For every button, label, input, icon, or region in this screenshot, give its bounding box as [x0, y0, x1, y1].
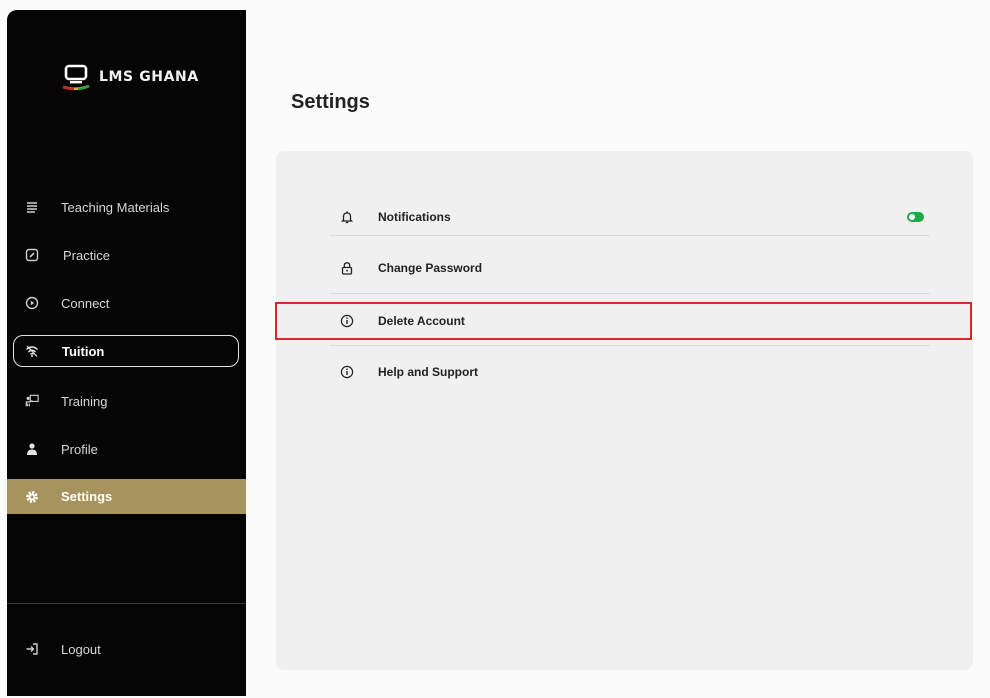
- play-circle-icon: [25, 296, 39, 310]
- info-icon: [340, 365, 354, 379]
- row-divider: [330, 293, 930, 294]
- settings-row-change-password[interactable]: Change Password: [330, 251, 930, 285]
- sidebar-item-practice[interactable]: Practice: [7, 238, 246, 272]
- book-stack-icon: [25, 200, 39, 214]
- logout-icon: [25, 642, 39, 656]
- monitor-logo-icon: [62, 64, 90, 91]
- settings-row-label: Change Password: [378, 261, 483, 275]
- sidebar-item-settings[interactable]: Settings: [7, 479, 246, 514]
- settings-row-help-support[interactable]: Help and Support: [330, 355, 930, 389]
- row-divider: [330, 235, 930, 236]
- sidebar-item-profile[interactable]: Profile: [7, 432, 246, 466]
- sidebar-item-label: Teaching Materials: [61, 199, 170, 215]
- sidebar-item-label: Practice: [63, 247, 110, 263]
- brand-logo: LMS GHANA: [59, 60, 199, 94]
- lock-icon: [340, 261, 354, 275]
- bell-icon: [340, 210, 354, 224]
- logout-label: Logout: [61, 641, 101, 657]
- gear-icon: [25, 490, 39, 504]
- settings-row-notifications[interactable]: Notifications: [330, 200, 930, 234]
- sidebar-item-label: Settings: [61, 489, 113, 504]
- sidebar-item-label: Connect: [61, 295, 110, 311]
- brand-name: LMS GHANA: [99, 69, 199, 85]
- sidebar-item-training[interactable]: Training: [7, 384, 246, 418]
- sidebar-item-label: Training: [61, 393, 108, 409]
- settings-row-label: Notifications: [378, 210, 451, 224]
- notifications-toggle[interactable]: [907, 212, 924, 222]
- pencil-square-icon: [25, 248, 39, 262]
- settings-row-label: Help and Support: [378, 365, 478, 379]
- sidebar-item-label: Tuition: [62, 343, 105, 359]
- logout-button[interactable]: Logout: [7, 632, 246, 666]
- sidebar-item-tuition[interactable]: Tuition: [13, 335, 239, 367]
- sidebar: LMS GHANA Teaching Materials Practice Co…: [7, 10, 246, 696]
- row-divider: [330, 345, 930, 346]
- sidebar-item-teaching-materials[interactable]: Teaching Materials: [7, 190, 246, 224]
- sidebar-divider: [7, 603, 246, 604]
- sidebar-item-label: Profile: [61, 441, 98, 457]
- page-title: Settings: [291, 91, 370, 113]
- presenter-icon: [25, 394, 39, 408]
- delete-account-highlight: [275, 302, 972, 340]
- sidebar-item-connect[interactable]: Connect: [7, 286, 246, 320]
- wifi-icon: [25, 344, 39, 358]
- user-icon: [25, 442, 39, 456]
- app-window: LMS GHANA Teaching Materials Practice Co…: [0, 0, 990, 698]
